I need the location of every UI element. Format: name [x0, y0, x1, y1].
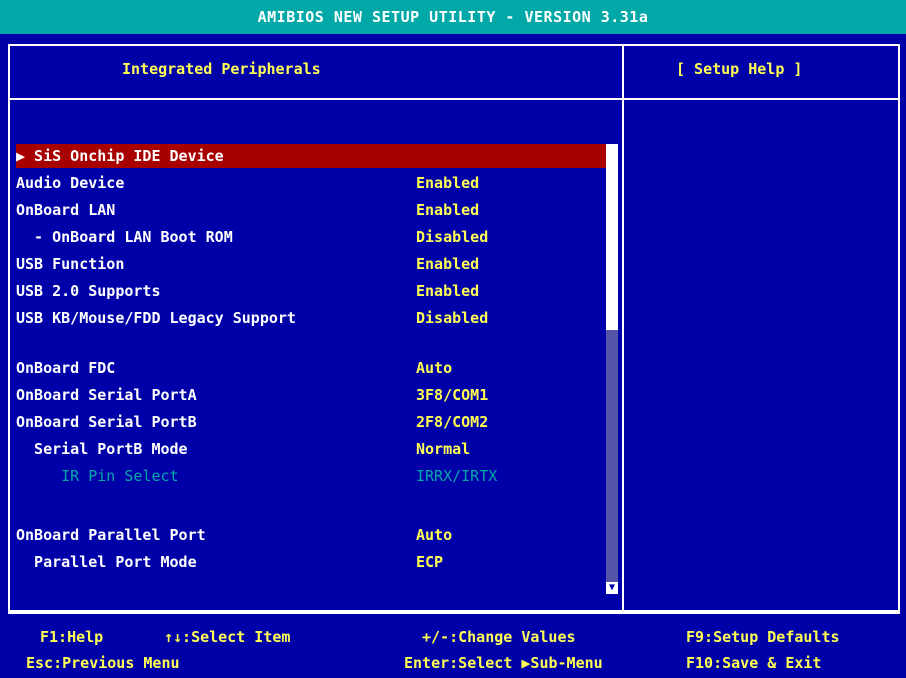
setting-label: OnBoard FDC [16, 359, 116, 377]
footer-help: F1:Help [40, 628, 104, 646]
setting-value[interactable]: Auto [416, 526, 452, 544]
footer-sub-menu: Enter:Select ▶Sub-Menu [404, 654, 603, 672]
setting-usb-legacy-support[interactable]: USB KB/Mouse/FDD Legacy Support Disabled [16, 306, 606, 330]
setting-label: IR Pin Select [16, 467, 179, 485]
setting-value[interactable]: Normal [416, 440, 470, 458]
setting-value[interactable]: 3F8/COM1 [416, 386, 488, 404]
setting-label: USB 2.0 Supports [16, 282, 161, 300]
setting-value[interactable]: Auto [416, 359, 452, 377]
setting-onboard-lan[interactable]: OnBoard LAN Enabled [16, 198, 606, 222]
scrollbar[interactable]: ▼ [606, 144, 618, 594]
footer-change-values: +/-:Change Values [422, 628, 576, 646]
scroll-down-arrow-icon[interactable]: ▼ [606, 582, 618, 594]
setting-audio-device[interactable]: Audio Device Enabled [16, 171, 606, 195]
window-title: AMIBIOS NEW SETUP UTILITY - VERSION 3.31… [257, 8, 649, 26]
setting-serial-porta[interactable]: OnBoard Serial PortA 3F8/COM1 [16, 383, 606, 407]
setting-label: Parallel Port Mode [16, 553, 197, 571]
setting-label: OnBoard Serial PortA [16, 386, 197, 404]
footer-select-item: ↑↓:Select Item [164, 628, 291, 646]
setting-label: OnBoard Serial PortB [16, 413, 197, 431]
setting-value[interactable]: Enabled [416, 255, 479, 273]
menu-item-label: ▶ SiS Onchip IDE Device [16, 147, 224, 165]
footer-setup-defaults: F9:Setup Defaults [686, 628, 840, 646]
setting-onboard-lan-boot-rom[interactable]: - OnBoard LAN Boot ROM Disabled [16, 225, 606, 249]
menu-item-sis-onchip-ide[interactable]: ▶ SiS Onchip IDE Device [16, 144, 606, 168]
setting-usb-2-supports[interactable]: USB 2.0 Supports Enabled [16, 279, 606, 303]
setting-onboard-parallel-port[interactable]: OnBoard Parallel Port Auto [16, 523, 606, 547]
footer-save-exit: F10:Save & Exit [686, 654, 822, 672]
title-bar: AMIBIOS NEW SETUP UTILITY - VERSION 3.31… [0, 0, 906, 34]
setting-value[interactable]: Disabled [416, 309, 488, 327]
setting-usb-function[interactable]: USB Function Enabled [16, 252, 606, 276]
setting-value[interactable]: Enabled [416, 174, 479, 192]
setting-label: OnBoard Parallel Port [16, 526, 206, 544]
panel-divider [622, 44, 624, 612]
setting-value[interactable]: Disabled [416, 228, 488, 246]
section-title: Integrated Peripherals [122, 60, 321, 78]
setting-value[interactable]: ECP [416, 553, 443, 571]
setting-value[interactable]: Enabled [416, 282, 479, 300]
setting-onboard-fdc[interactable]: OnBoard FDC Auto [16, 356, 606, 380]
setting-ir-pin-select: IR Pin Select IRRX/IRTX [16, 464, 606, 488]
setting-label: OnBoard LAN [16, 201, 116, 219]
setting-label: - OnBoard LAN Boot ROM [16, 228, 233, 246]
setting-serial-portb-mode[interactable]: Serial PortB Mode Normal [16, 437, 606, 461]
setting-value[interactable]: 2F8/COM2 [416, 413, 488, 431]
setting-label: USB KB/Mouse/FDD Legacy Support [16, 309, 296, 327]
setting-label: USB Function [16, 255, 125, 273]
setting-value[interactable]: Enabled [416, 201, 479, 219]
footer-divider [8, 612, 900, 614]
header-divider [8, 98, 900, 100]
footer-previous-menu: Esc:Previous Menu [26, 654, 180, 672]
setting-value: IRRX/IRTX [416, 467, 498, 485]
scrollbar-thumb[interactable] [606, 144, 618, 330]
setting-label: Serial PortB Mode [16, 440, 188, 458]
setting-parallel-port-mode[interactable]: Parallel Port Mode ECP [16, 550, 606, 574]
setting-label: Audio Device [16, 174, 125, 192]
setting-serial-portb[interactable]: OnBoard Serial PortB 2F8/COM2 [16, 410, 606, 434]
help-panel-title: [ Setup Help ] [676, 60, 803, 78]
